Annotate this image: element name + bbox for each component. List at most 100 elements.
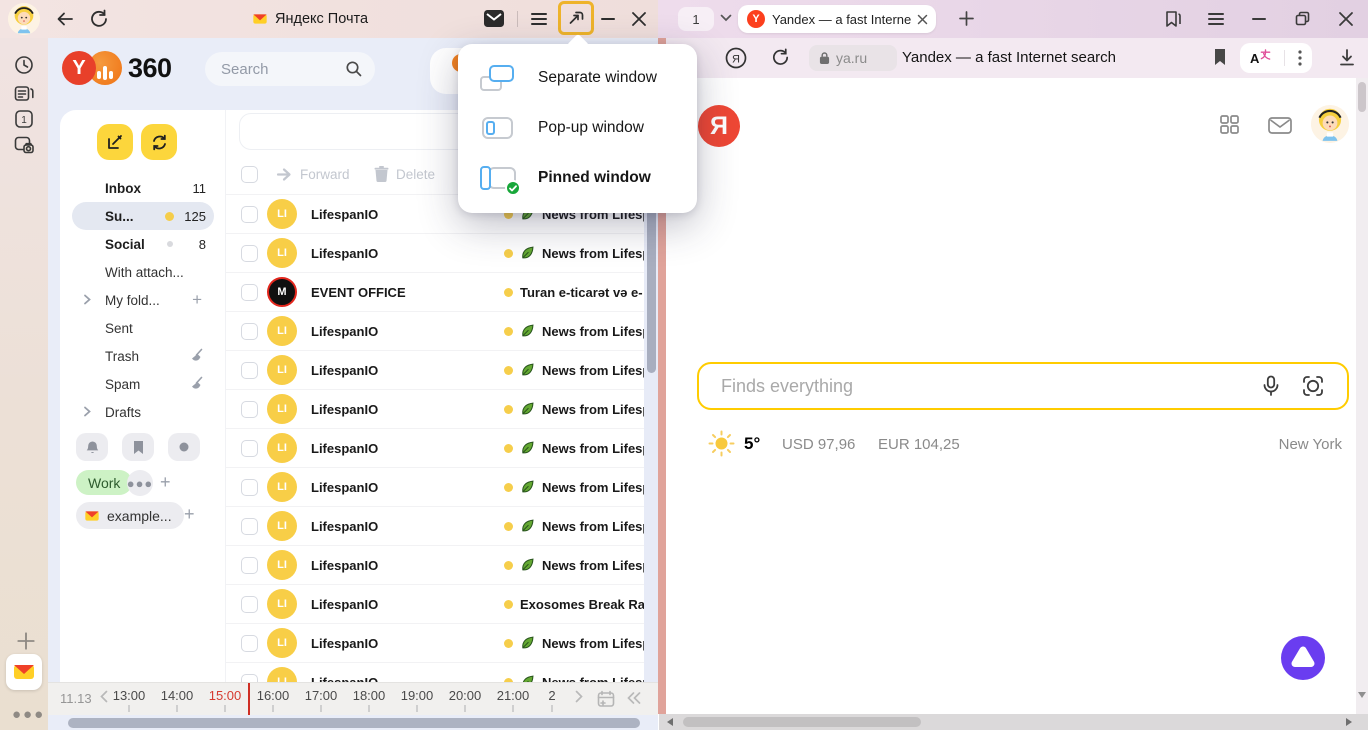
select-all-checkbox[interactable] — [241, 166, 258, 183]
add-folder-icon[interactable]: + — [192, 293, 202, 307]
message-row[interactable]: LI LifespanIO Exosomes Break Rat — [226, 584, 658, 623]
message-checkbox[interactable] — [241, 479, 258, 496]
services-grid-icon[interactable] — [1220, 115, 1239, 134]
image-search-icon[interactable] — [1301, 374, 1325, 398]
window-menu-button[interactable] — [530, 11, 548, 27]
temperature[interactable]: 5° — [744, 434, 760, 454]
timeline-slot[interactable]: 2 — [537, 688, 567, 712]
message-row[interactable]: LI LifespanIO News from Lifesp — [226, 350, 658, 389]
folder-item[interactable]: My fold... + — [72, 286, 214, 314]
downloads-icon[interactable] — [1338, 48, 1356, 67]
mail-app-icon[interactable] — [6, 654, 42, 690]
account-pill[interactable]: example... — [76, 502, 184, 529]
reload-page-button[interactable] — [770, 47, 791, 68]
page-title[interactable]: Yandex — a fast Internet search — [902, 38, 1116, 78]
message-row[interactable]: LI LifespanIO News from Lifesp — [226, 623, 658, 662]
folder-item[interactable]: Inbox 11 — [72, 174, 214, 202]
search-box[interactable] — [697, 362, 1349, 410]
minimize-button[interactable] — [601, 17, 615, 21]
add-account-icon[interactable]: + — [184, 504, 195, 525]
hscroll-left-arrow[interactable] — [667, 718, 673, 726]
message-checkbox[interactable] — [241, 440, 258, 457]
add-event-icon[interactable] — [596, 689, 616, 709]
timeline-slot[interactable]: 13:00 — [105, 688, 153, 712]
timeline-slot[interactable]: 20:00 — [441, 688, 489, 712]
timeline-slot[interactable]: 16:00 — [249, 688, 297, 712]
message-row[interactable]: LI LifespanIO News from Lifesp — [226, 389, 658, 428]
mail-hscroll-thumb[interactable] — [68, 718, 640, 728]
message-checkbox[interactable] — [241, 323, 258, 340]
usd-rate[interactable]: USD 97,96 — [782, 436, 855, 453]
menu-item-separate-window[interactable]: Separate window — [458, 53, 697, 103]
timeline-slot[interactable]: 17:00 — [297, 688, 345, 712]
refresh-button[interactable] — [88, 8, 110, 30]
message-checkbox[interactable] — [241, 362, 258, 379]
tab-counter-icon[interactable]: 1 — [13, 108, 35, 130]
page-vscroll-thumb[interactable] — [1358, 82, 1366, 112]
message-checkbox[interactable] — [241, 557, 258, 574]
browser-menu-button[interactable] — [1207, 11, 1225, 27]
new-tab-button[interactable] — [958, 10, 975, 27]
bookmarks-panel-icon[interactable] — [1163, 9, 1182, 29]
message-checkbox[interactable] — [241, 635, 258, 652]
vscroll-down-arrow[interactable] — [1358, 692, 1366, 698]
eur-rate[interactable]: EUR 104,25 — [878, 436, 960, 453]
back-button[interactable] — [54, 8, 76, 30]
bookmark-page-icon[interactable] — [1213, 48, 1227, 66]
alice-assistant-button[interactable] — [1281, 636, 1325, 680]
add-panel-icon[interactable] — [15, 630, 37, 652]
page-hscrollbar[interactable] — [659, 714, 1368, 730]
browser-logo-icon[interactable]: Я — [724, 46, 748, 70]
status-dot-pill[interactable] — [168, 433, 200, 461]
tab-group-pill[interactable]: 1 — [678, 7, 714, 31]
clear-folder-icon[interactable] — [188, 376, 204, 392]
tab-close-icon[interactable] — [917, 14, 928, 25]
search-input[interactable] — [719, 364, 1199, 408]
label-work[interactable]: Work — [76, 470, 132, 495]
message-row[interactable]: LI LifespanIO News from Lifesp — [226, 311, 658, 350]
page-mail-icon[interactable] — [1268, 117, 1292, 134]
translate-icon[interactable]: A — [1250, 51, 1271, 66]
message-checkbox[interactable] — [241, 245, 258, 262]
page-vscrollbar[interactable] — [1356, 78, 1368, 730]
folder-item[interactable]: Sent — [72, 314, 214, 342]
timeline-slot[interactable]: 21:00 — [489, 688, 537, 712]
message-row[interactable]: LI LifespanIO News from Lifesp — [226, 545, 658, 584]
mail-hscroll-track[interactable] — [48, 715, 658, 730]
window-mode-button-highlighted[interactable] — [558, 1, 594, 35]
minimize-browser-button[interactable] — [1252, 17, 1266, 21]
message-checkbox[interactable] — [241, 401, 258, 418]
check-mail-button[interactable] — [141, 124, 177, 160]
url-badge[interactable]: ya.ru — [809, 45, 897, 71]
compose-button[interactable] — [97, 124, 133, 160]
message-checkbox[interactable] — [241, 518, 258, 535]
mail-search-input[interactable]: Search — [205, 52, 375, 86]
page-user-avatar[interactable] — [1311, 105, 1349, 143]
message-row[interactable]: LI LifespanIO News from Lifesp — [226, 428, 658, 467]
reminders-pill[interactable] — [76, 433, 108, 461]
timeline-slot[interactable]: 18:00 — [345, 688, 393, 712]
close-browser-button[interactable] — [1338, 11, 1354, 27]
menu-item-pinned-window[interactable]: Pinned window — [458, 153, 697, 203]
menu-item-popup-window[interactable]: Pop-up window — [458, 103, 697, 153]
message-row[interactable]: LI LifespanIO News from Lifesp — [226, 233, 658, 272]
history-icon[interactable] — [13, 54, 35, 76]
add-label-icon[interactable]: + — [160, 472, 171, 493]
bookmarks-pill[interactable] — [122, 433, 154, 461]
tab-group-chevron-icon[interactable] — [720, 14, 732, 22]
timeline-slot[interactable]: 15:00 — [201, 688, 249, 712]
hscroll-right-arrow[interactable] — [1346, 718, 1352, 726]
labels-more-button[interactable]: ●●● — [127, 470, 153, 496]
folder-item[interactable]: Trash — [72, 342, 214, 370]
message-checkbox[interactable] — [241, 284, 258, 301]
page-hscroll-thumb[interactable] — [683, 717, 921, 727]
folder-item[interactable]: Spam — [72, 370, 214, 398]
active-tab[interactable]: Y Yandex — a fast Interne — [738, 5, 936, 33]
message-row[interactable]: LI LifespanIO News from Lifesp — [226, 506, 658, 545]
extensions-menu-icon[interactable] — [1298, 50, 1302, 66]
close-button[interactable] — [631, 11, 647, 27]
rail-more-icon[interactable]: ●●● — [12, 706, 45, 723]
user-avatar[interactable] — [8, 3, 40, 35]
message-checkbox[interactable] — [241, 596, 258, 613]
collapse-timeline-icon[interactable] — [626, 691, 642, 705]
